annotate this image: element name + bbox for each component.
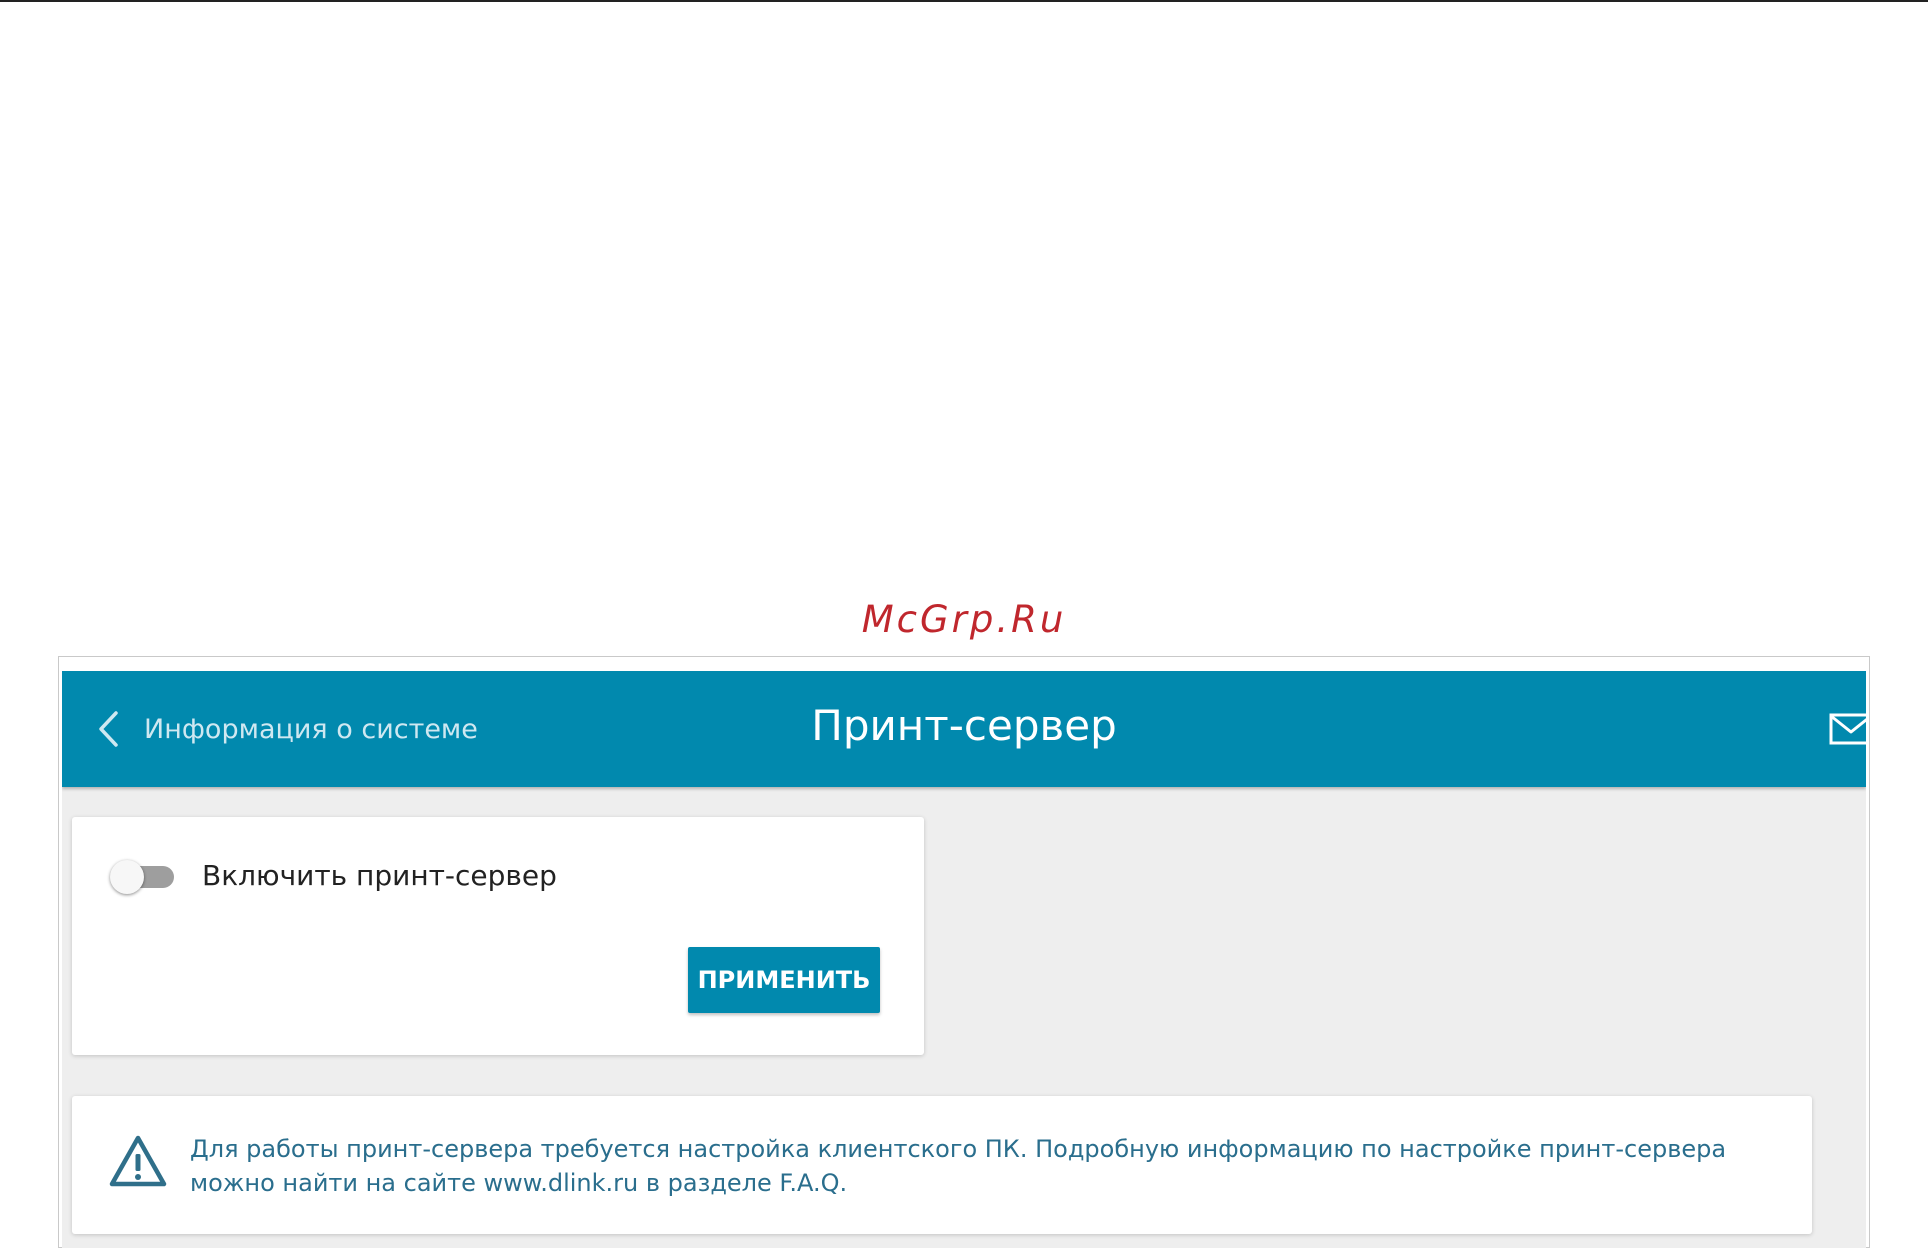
warning-triangle-icon xyxy=(109,1135,167,1187)
messages-button[interactable] xyxy=(1828,709,1866,749)
info-notice-text: Для работы принт-сервера требуется настр… xyxy=(190,1135,1727,1197)
enable-print-server-row: Включить принт-сервер xyxy=(110,853,557,897)
header-bar: Информация о системе Принт-сервер xyxy=(62,671,1866,787)
print-server-settings-card: Включить принт-сервер ПРИМЕНИТЬ xyxy=(72,817,924,1055)
enable-print-server-toggle[interactable] xyxy=(110,860,174,894)
toggle-knob xyxy=(110,860,144,894)
apply-button[interactable]: ПРИМЕНИТЬ xyxy=(688,947,880,1013)
enable-print-server-label: Включить принт-сервер xyxy=(202,858,557,892)
page: McGrp.Ru Информация о системе Принт-серв… xyxy=(0,0,1928,1249)
page-title: Принт-сервер xyxy=(811,701,1117,750)
router-screen: Информация о системе Принт-сервер Включи… xyxy=(62,671,1866,1248)
info-notice-card: Для работы принт-сервера требуется настр… xyxy=(72,1096,1812,1234)
mail-icon xyxy=(1829,713,1866,745)
top-rule xyxy=(0,0,1928,2)
watermark: McGrp.Ru xyxy=(861,598,1067,641)
